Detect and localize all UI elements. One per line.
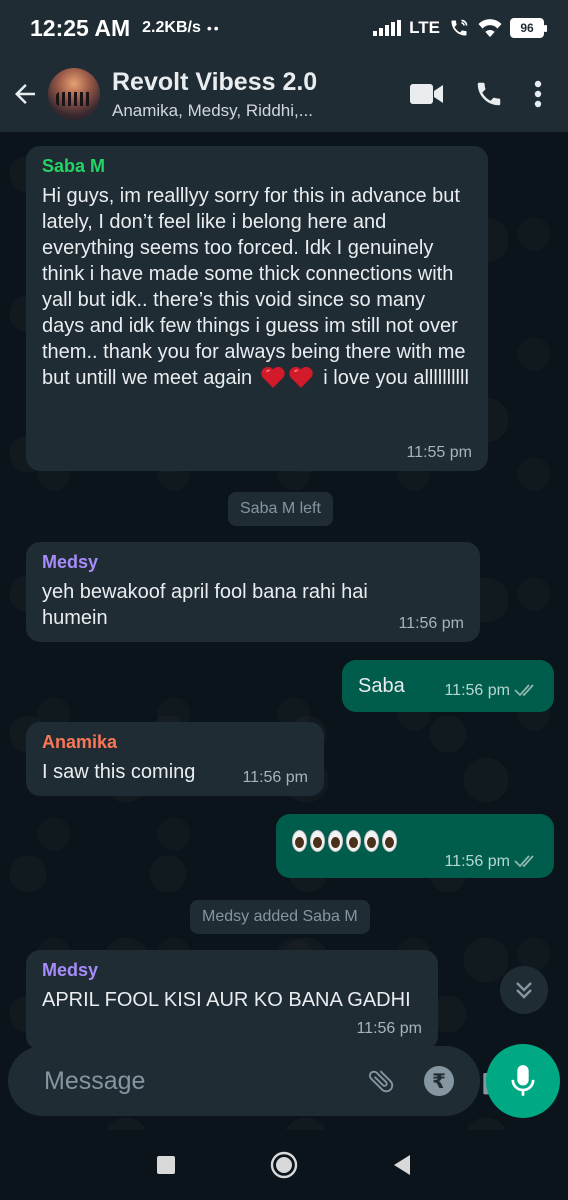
more-vertical-icon: [534, 80, 542, 108]
double-check-icon: [514, 684, 534, 697]
system-message: Medsy added Saba M: [190, 900, 370, 934]
chat-area[interactable]: Saba M Hi guys, im realllyy sorry for th…: [0, 132, 568, 1132]
video-call-button[interactable]: [410, 82, 444, 106]
eye-emoji: [328, 830, 343, 852]
message-bubble[interactable]: Anamika I saw this coming 11:56 pm: [26, 722, 324, 796]
status-time: 12:25 AM: [30, 14, 131, 41]
message-time: 11:56 pm: [356, 1020, 422, 1037]
recents-button[interactable]: [107, 1156, 225, 1174]
eye-emoji: [346, 830, 361, 852]
eye-emoji: [310, 830, 325, 852]
chevron-down-double-icon: [516, 982, 532, 999]
status-bar: 12:25 AM 2.2KB/s •• LTE 96: [0, 0, 568, 56]
outgoing-message-bubble[interactable]: 11:56 pm: [276, 814, 554, 878]
message-text: APRIL FOOL KISI AUR KO BANA GADHI: [42, 989, 411, 1011]
network-type: LTE: [409, 18, 440, 37]
mic-icon: [511, 1065, 535, 1096]
header-actions: [410, 79, 542, 109]
message-text: yeh bewakoof april fool bana rahi hai hu…: [42, 581, 368, 629]
scroll-to-bottom-button[interactable]: [500, 966, 548, 1014]
message-time: 11:56 pm: [444, 853, 510, 870]
group-name: Revolt Vibess 2.0: [112, 67, 318, 96]
home-button[interactable]: [225, 1151, 343, 1179]
message-time: 11:56 pm: [444, 682, 510, 699]
chat-header: Revolt Vibess 2.0 Anamika, Medsy, Riddhi…: [0, 56, 568, 132]
group-avatar[interactable]: [48, 68, 100, 120]
double-check-icon: [514, 855, 534, 868]
system-message: Saba M left: [228, 492, 333, 526]
back-nav-button[interactable]: [343, 1154, 461, 1176]
sender-name: Medsy: [42, 552, 99, 572]
status-indicators: LTE 96: [373, 18, 547, 38]
message-time: 11:55 pm: [406, 444, 472, 461]
message-bubble[interactable]: Medsy APRIL FOOL KISI AUR KO BANA GADHI …: [26, 950, 438, 1050]
message-time: 11:56 pm: [242, 769, 308, 786]
signal-icon: [373, 20, 402, 36]
message-bubble[interactable]: Medsy yeh bewakoof april fool bana rahi …: [26, 542, 480, 642]
notification-dots: ••: [206, 20, 221, 36]
attach-icon[interactable]: [366, 1066, 396, 1096]
back-triangle-icon: [394, 1155, 410, 1175]
wifi-icon: [478, 19, 502, 37]
message-input[interactable]: [44, 1066, 366, 1096]
home-circle-icon: [270, 1151, 298, 1179]
outgoing-message-bubble[interactable]: Saba 11:56 pm: [342, 660, 554, 712]
group-info[interactable]: Revolt Vibess 2.0 Anamika, Medsy, Riddhi…: [112, 68, 410, 121]
battery-icon: 96: [510, 18, 547, 38]
eyes-emoji-row: [292, 830, 397, 852]
sender-name: Saba M: [42, 156, 106, 176]
red-heart-icon: [261, 366, 285, 388]
back-arrow-icon: [15, 84, 35, 104]
eye-emoji: [292, 830, 307, 852]
eye-emoji: [382, 830, 397, 852]
red-heart-icon: [289, 366, 313, 388]
network-speed: 2.2KB/s: [142, 19, 201, 36]
back-button[interactable]: [2, 64, 48, 124]
recents-square-icon: [157, 1156, 175, 1174]
sender-name: Anamika: [42, 732, 118, 752]
eye-emoji: [364, 830, 379, 852]
system-nav-bar: [0, 1130, 568, 1200]
message-time: 11:56 pm: [398, 615, 464, 632]
voice-message-button[interactable]: [486, 1044, 560, 1118]
wifi-calling-icon: [451, 19, 468, 36]
video-call-icon: [410, 84, 443, 104]
voice-call-button[interactable]: [474, 79, 504, 109]
phone-icon: [477, 82, 501, 106]
group-members: Anamika, Medsy, Riddhi,...: [112, 100, 313, 120]
heart-emoji-pair: [260, 365, 314, 389]
more-options-button[interactable]: [534, 80, 542, 108]
message-text: Hi guys, im realllyy sorry for this in a…: [42, 185, 469, 389]
message-bubble[interactable]: Saba M Hi guys, im realllyy sorry for th…: [26, 146, 488, 471]
sender-name: Medsy: [42, 960, 99, 980]
payment-rupee-icon[interactable]: ₹: [424, 1066, 454, 1096]
message-input-bar: ₹: [8, 1046, 513, 1116]
